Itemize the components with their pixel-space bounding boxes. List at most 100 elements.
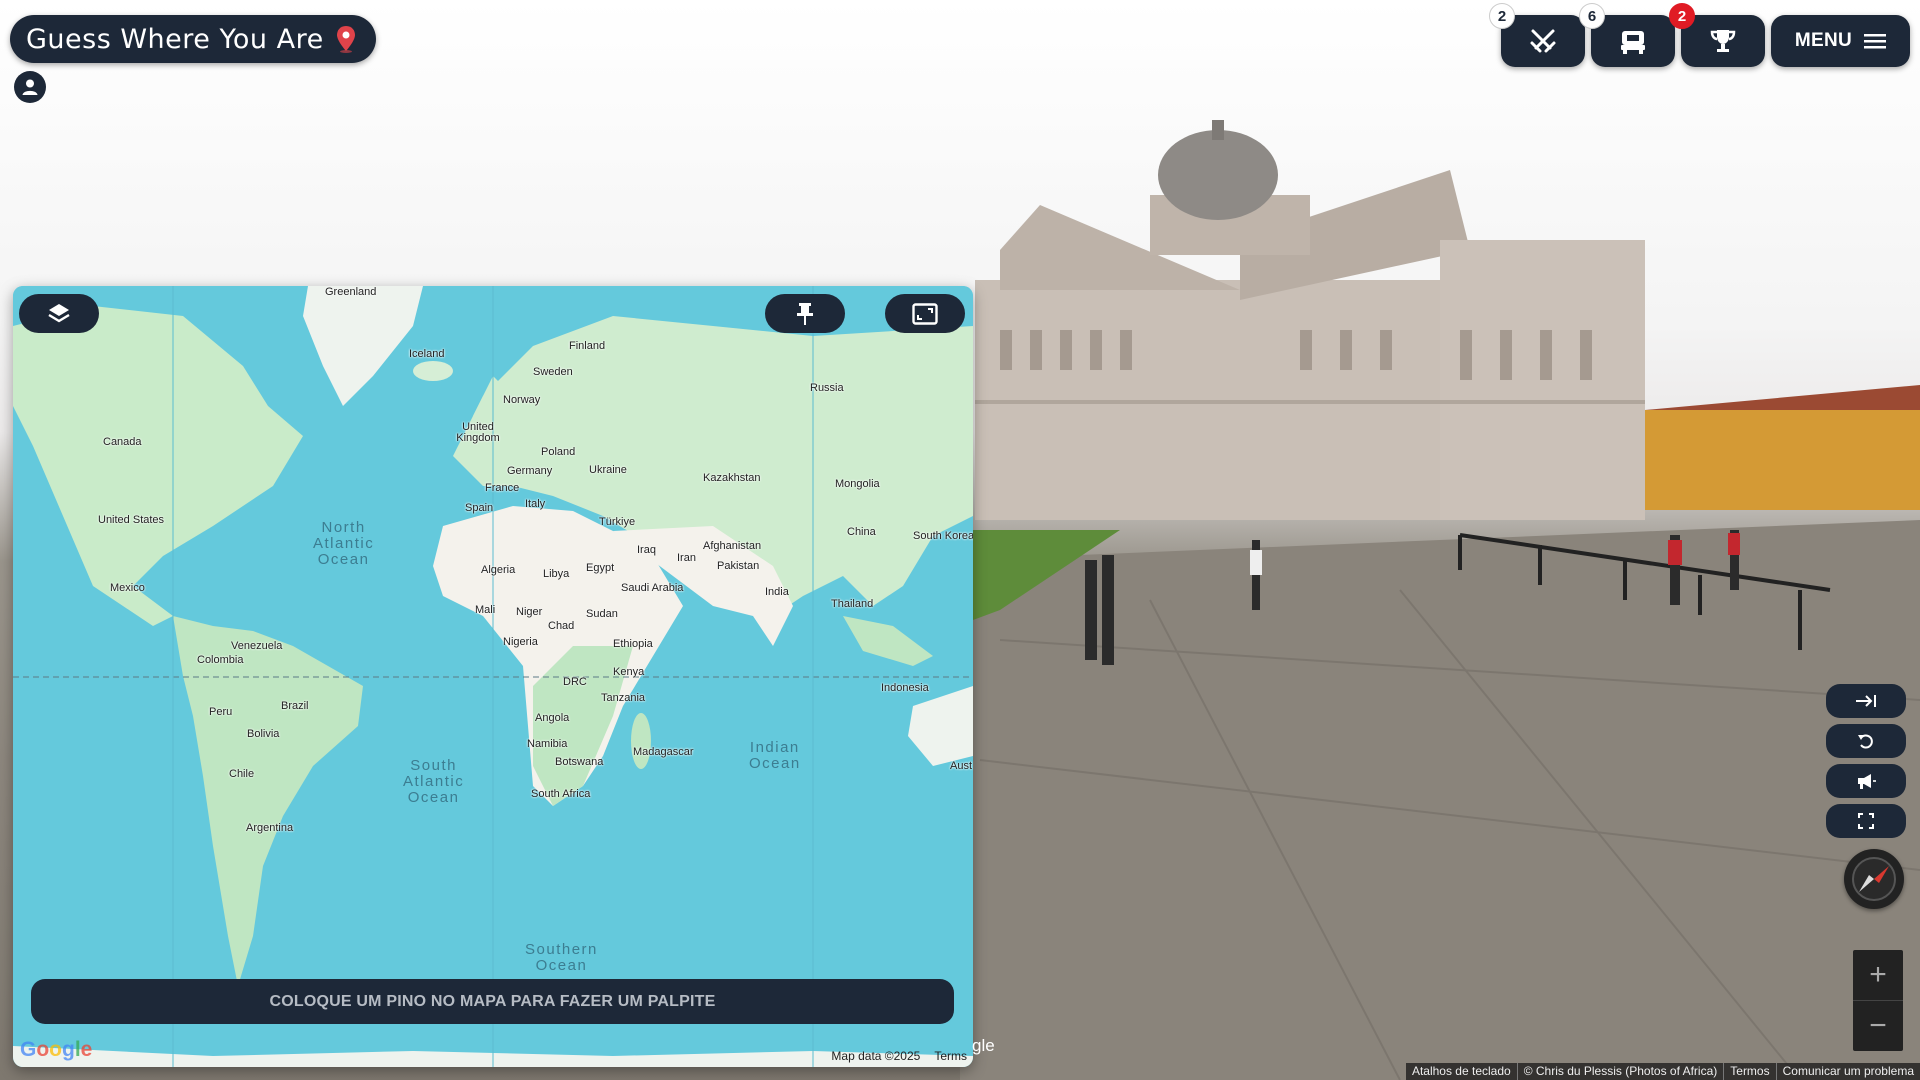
country-label: DRC xyxy=(563,676,587,688)
country-label: Mali xyxy=(475,604,496,616)
country-label: Chile xyxy=(229,768,255,780)
zoom-control: + − xyxy=(1853,950,1903,1051)
world-map[interactable] xyxy=(13,286,973,1067)
map-layers-button[interactable] xyxy=(19,294,99,333)
country-label: Egypt xyxy=(586,562,615,574)
crossed-swords-icon xyxy=(1530,29,1556,53)
expand-map-button[interactable] xyxy=(885,294,965,333)
keyboard-shortcuts-link[interactable]: Atalhos de teclado xyxy=(1406,1063,1517,1080)
battle-badge: 2 xyxy=(1489,3,1515,29)
megaphone-icon xyxy=(1858,774,1876,789)
report-problem-link[interactable]: Comunicar um problema xyxy=(1775,1063,1920,1080)
country-label: South Korea xyxy=(913,530,973,542)
profile-button[interactable] xyxy=(14,71,46,103)
map-terms-link[interactable]: Terms xyxy=(934,1049,967,1063)
country-label: India xyxy=(765,586,789,598)
compass[interactable] xyxy=(1844,849,1904,909)
exit-icon xyxy=(1856,695,1876,707)
terms-link[interactable]: Termos xyxy=(1723,1063,1775,1080)
country-label: Sudan xyxy=(586,608,618,620)
fullscreen-button[interactable] xyxy=(1826,804,1906,838)
report-button[interactable] xyxy=(1826,764,1906,798)
ticket-seat-icon xyxy=(1621,31,1645,54)
country-label: South Africa xyxy=(531,788,591,800)
app-brand[interactable]: Guess Where You Are xyxy=(10,15,376,63)
guess-map[interactable]: Greenland Iceland Finland Sweden Norway … xyxy=(13,286,973,1067)
map-pin-icon xyxy=(334,24,358,54)
country-label: Norway xyxy=(503,394,541,406)
layers-icon xyxy=(48,303,70,322)
country-label: Namibia xyxy=(527,738,568,750)
ocean-label: South Atlantic Ocean xyxy=(403,757,465,806)
country-label: Iraq xyxy=(637,544,656,556)
country-label: Finland xyxy=(569,340,606,352)
country-label: Afghanistan xyxy=(703,540,762,552)
country-label: Aust xyxy=(950,760,973,772)
country-label: Kazakhstan xyxy=(703,472,761,484)
country-label: Canada xyxy=(103,436,142,448)
app-title: Guess Where You Are xyxy=(26,23,324,55)
country-label: Chad xyxy=(548,620,575,632)
country-label: Iceland xyxy=(409,348,445,360)
country-label: Mongolia xyxy=(835,478,880,490)
country-label: Indonesia xyxy=(881,682,929,694)
guess-button[interactable]: COLOQUE UM PINO NO MAPA PARA FAZER UM PA… xyxy=(31,979,954,1024)
ocean-label: Southern Ocean xyxy=(525,941,598,974)
country-label: China xyxy=(847,526,876,538)
country-label: Thailand xyxy=(831,598,874,610)
country-label: Angola xyxy=(535,712,570,724)
photo-credit[interactable]: © Chris du Plessis (Photos of Africa) xyxy=(1516,1063,1724,1080)
menu-button[interactable]: MENU xyxy=(1771,15,1910,67)
country-label: Poland xyxy=(541,446,576,458)
ocean-label: North Atlantic Ocean xyxy=(313,519,375,568)
ocean-label: Indian Ocean xyxy=(749,739,801,772)
country-label: Pakistan xyxy=(717,560,760,572)
compass-icon xyxy=(1852,857,1896,901)
country-label: Mexico xyxy=(110,582,145,594)
trophy-badge: 2 xyxy=(1669,3,1695,29)
country-label: Algeria xyxy=(481,564,516,576)
country-label: United States xyxy=(98,514,165,526)
country-label: Madagascar xyxy=(633,746,694,758)
country-label: Bolivia xyxy=(247,728,280,740)
country-label: Tanzania xyxy=(601,692,646,704)
leaderboard-button[interactable]: 2 xyxy=(1669,3,1765,67)
party-badge: 6 xyxy=(1579,3,1605,29)
top-actions: 2 6 2 MENU xyxy=(1489,3,1910,67)
country-label: Argentina xyxy=(246,822,294,834)
battle-button[interactable]: 2 xyxy=(1489,3,1585,67)
google-logo: Google xyxy=(20,1038,93,1061)
expand-icon xyxy=(912,302,938,325)
country-label: Libya xyxy=(543,568,570,580)
country-label: Spain xyxy=(465,502,494,514)
country-label: Sweden xyxy=(533,366,573,378)
country-label: Russia xyxy=(810,382,844,394)
country-label: Ethiopia xyxy=(613,638,653,650)
map-data-text: Map data ©2025 xyxy=(831,1049,921,1063)
zoom-in-button[interactable]: + xyxy=(1853,950,1903,1001)
country-label: Saudi Arabia xyxy=(621,582,684,594)
country-label: United Kingdom xyxy=(456,421,500,444)
google-watermark: gle xyxy=(972,1036,995,1055)
country-label: Iran xyxy=(677,552,696,564)
country-label: Colombia xyxy=(197,654,244,666)
country-label: Peru xyxy=(209,706,233,718)
country-label: Greenland xyxy=(325,286,377,298)
country-label: Türkiye xyxy=(599,516,636,528)
country-label: Botswana xyxy=(555,756,604,768)
country-label: Brazil xyxy=(281,700,309,712)
zoom-out-button[interactable]: − xyxy=(1853,1001,1903,1051)
trophy-icon xyxy=(1710,30,1736,52)
country-label: Venezuela xyxy=(231,640,283,652)
menu-label: MENU xyxy=(1794,30,1853,51)
undo-button[interactable] xyxy=(1826,724,1906,758)
country-label: Nigeria xyxy=(503,636,538,648)
streetview-attribution: Atalhos de teclado © Chris du Plessis (P… xyxy=(1405,1063,1920,1080)
country-label: Ukraine xyxy=(589,464,627,476)
party-button[interactable]: 6 xyxy=(1579,3,1675,67)
return-to-start-button[interactable] xyxy=(1826,684,1906,718)
pin-map-button[interactable] xyxy=(765,294,845,333)
country-label: Germany xyxy=(507,465,553,477)
pushpin-icon xyxy=(797,302,813,325)
country-label: France xyxy=(485,482,520,494)
